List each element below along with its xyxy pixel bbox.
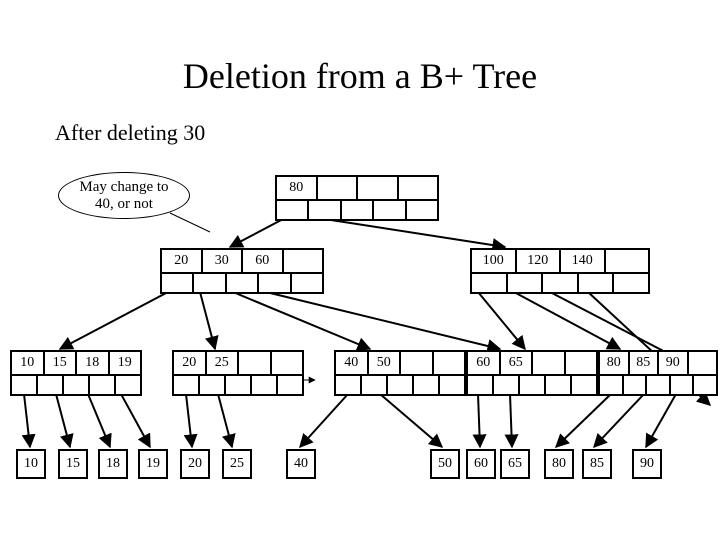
l2-2-k2: [401, 352, 434, 374]
l2-4-k0: 80: [600, 352, 630, 374]
root-key-3: [399, 177, 438, 199]
leaf-12: 90: [632, 449, 662, 479]
l2-3-k2: [533, 352, 566, 374]
l2-2-k3: [434, 352, 465, 374]
leaf-8: 60: [466, 449, 496, 479]
l1r-key-3: [606, 250, 649, 272]
leaf-1: 15: [58, 449, 88, 479]
l2-4-k3: [689, 352, 717, 374]
l2-0-k3: 19: [110, 352, 141, 374]
leaf-9: 65: [500, 449, 530, 479]
l1-left-node: 20 30 60: [160, 248, 324, 294]
l2-node-1: 20 25: [172, 350, 304, 396]
l1r-key-1: 120: [517, 250, 562, 272]
leaf-2: 18: [98, 449, 128, 479]
l2-1-k1: 25: [207, 352, 240, 374]
leaf-7: 50: [430, 449, 460, 479]
l2-node-4: 80 85 90: [598, 350, 718, 396]
l2-1-k2: [239, 352, 272, 374]
l1-right-node: 100 120 140: [470, 248, 650, 294]
l2-3-k1: 65: [501, 352, 534, 374]
l2-0-k1: 15: [45, 352, 78, 374]
root-node: 80: [275, 175, 439, 221]
leaf-4: 20: [180, 449, 210, 479]
l2-4-k2: 90: [659, 352, 689, 374]
l2-3-k0: 60: [468, 352, 501, 374]
l2-2-k1: 50: [369, 352, 402, 374]
leaf-10: 80: [544, 449, 574, 479]
l2-3-k3: [566, 352, 597, 374]
root-key-2: [358, 177, 399, 199]
l2-4-k1: 85: [630, 352, 660, 374]
l1l-key-2: 60: [243, 250, 284, 272]
root-key-1: [318, 177, 359, 199]
l1r-key-2: 140: [561, 250, 606, 272]
l2-node-2: 40 50: [334, 350, 466, 396]
l2-1-k0: 20: [174, 352, 207, 374]
leaf-6: 40: [286, 449, 316, 479]
l1l-key-3: [284, 250, 323, 272]
l1l-key-0: 20: [162, 250, 203, 272]
l2-0-k2: 18: [77, 352, 110, 374]
l2-0-k0: 10: [12, 352, 45, 374]
leaf-3: 19: [138, 449, 168, 479]
l1r-key-0: 100: [472, 250, 517, 272]
l1l-key-1: 30: [203, 250, 244, 272]
l2-node-0: 10 15 18 19: [10, 350, 142, 396]
l2-1-k3: [272, 352, 303, 374]
leaf-0: 10: [16, 449, 46, 479]
leaf-11: 85: [582, 449, 612, 479]
l2-2-k0: 40: [336, 352, 369, 374]
root-key-0: 80: [277, 177, 318, 199]
l2-node-3: 60 65: [466, 350, 598, 396]
leaf-5: 25: [222, 449, 252, 479]
